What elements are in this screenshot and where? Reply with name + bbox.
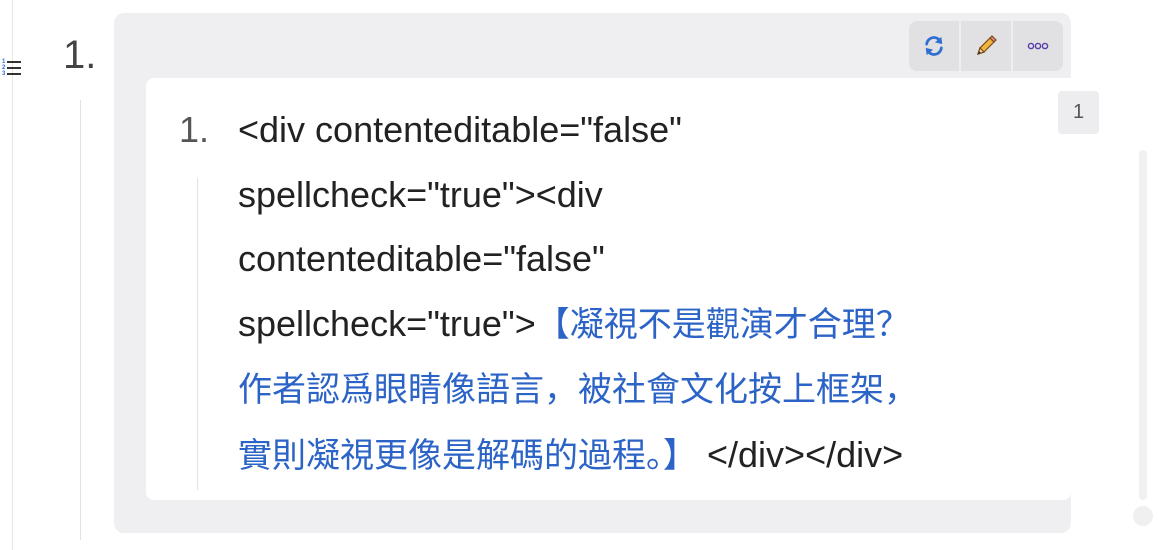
scrollbar[interactable] — [1139, 150, 1147, 500]
embed-toolbar — [909, 21, 1063, 71]
scroll-handle[interactable] — [1133, 506, 1153, 526]
edit-button[interactable] — [961, 21, 1011, 71]
text-line: spellcheck="true">【凝視不是觀演才合理？ — [238, 302, 910, 345]
highlighted-text: 【凝視不是觀演才合理？ — [535, 304, 910, 345]
list-item-text[interactable]: <div contenteditable="false" spellcheck=… — [238, 98, 1048, 488]
highlighted-text: 作者認爲眼睛像語言，被社會文化按上框架， — [238, 370, 918, 410]
pencil-icon — [977, 35, 997, 55]
inner-list-marker: 1. — [179, 109, 210, 150]
text-line: 實則凝視更像是解碼的過程。】 </div></div> — [238, 433, 904, 476]
inner-list-guide — [197, 178, 198, 490]
numbered-list-icon[interactable]: 1 2 3 — [2, 56, 28, 80]
outer-list-guide — [80, 100, 81, 540]
digit-3: 3 — [2, 71, 6, 77]
text-line: <div contenteditable="false" — [238, 109, 682, 150]
count-badge[interactable]: 1 — [1058, 91, 1099, 134]
highlighted-text: 實則凝視更像是解碼的過程。】 — [238, 435, 697, 476]
refresh-button[interactable] — [909, 21, 959, 71]
refresh-icon — [925, 36, 943, 56]
more-button[interactable] — [1013, 21, 1063, 71]
gutter-divider — [12, 0, 13, 550]
outer-list-marker: 1. — [63, 33, 97, 77]
text-line: contenteditable="false" — [238, 238, 605, 279]
text-line: spellcheck="true"><div — [238, 173, 603, 215]
text-line: 作者認爲眼睛像語言，被社會文化按上框架， — [238, 357, 1048, 423]
more-icon — [1027, 42, 1049, 50]
editor-page: 1 2 3 1. 1. <div contenteditable="false"… — [0, 0, 1158, 550]
